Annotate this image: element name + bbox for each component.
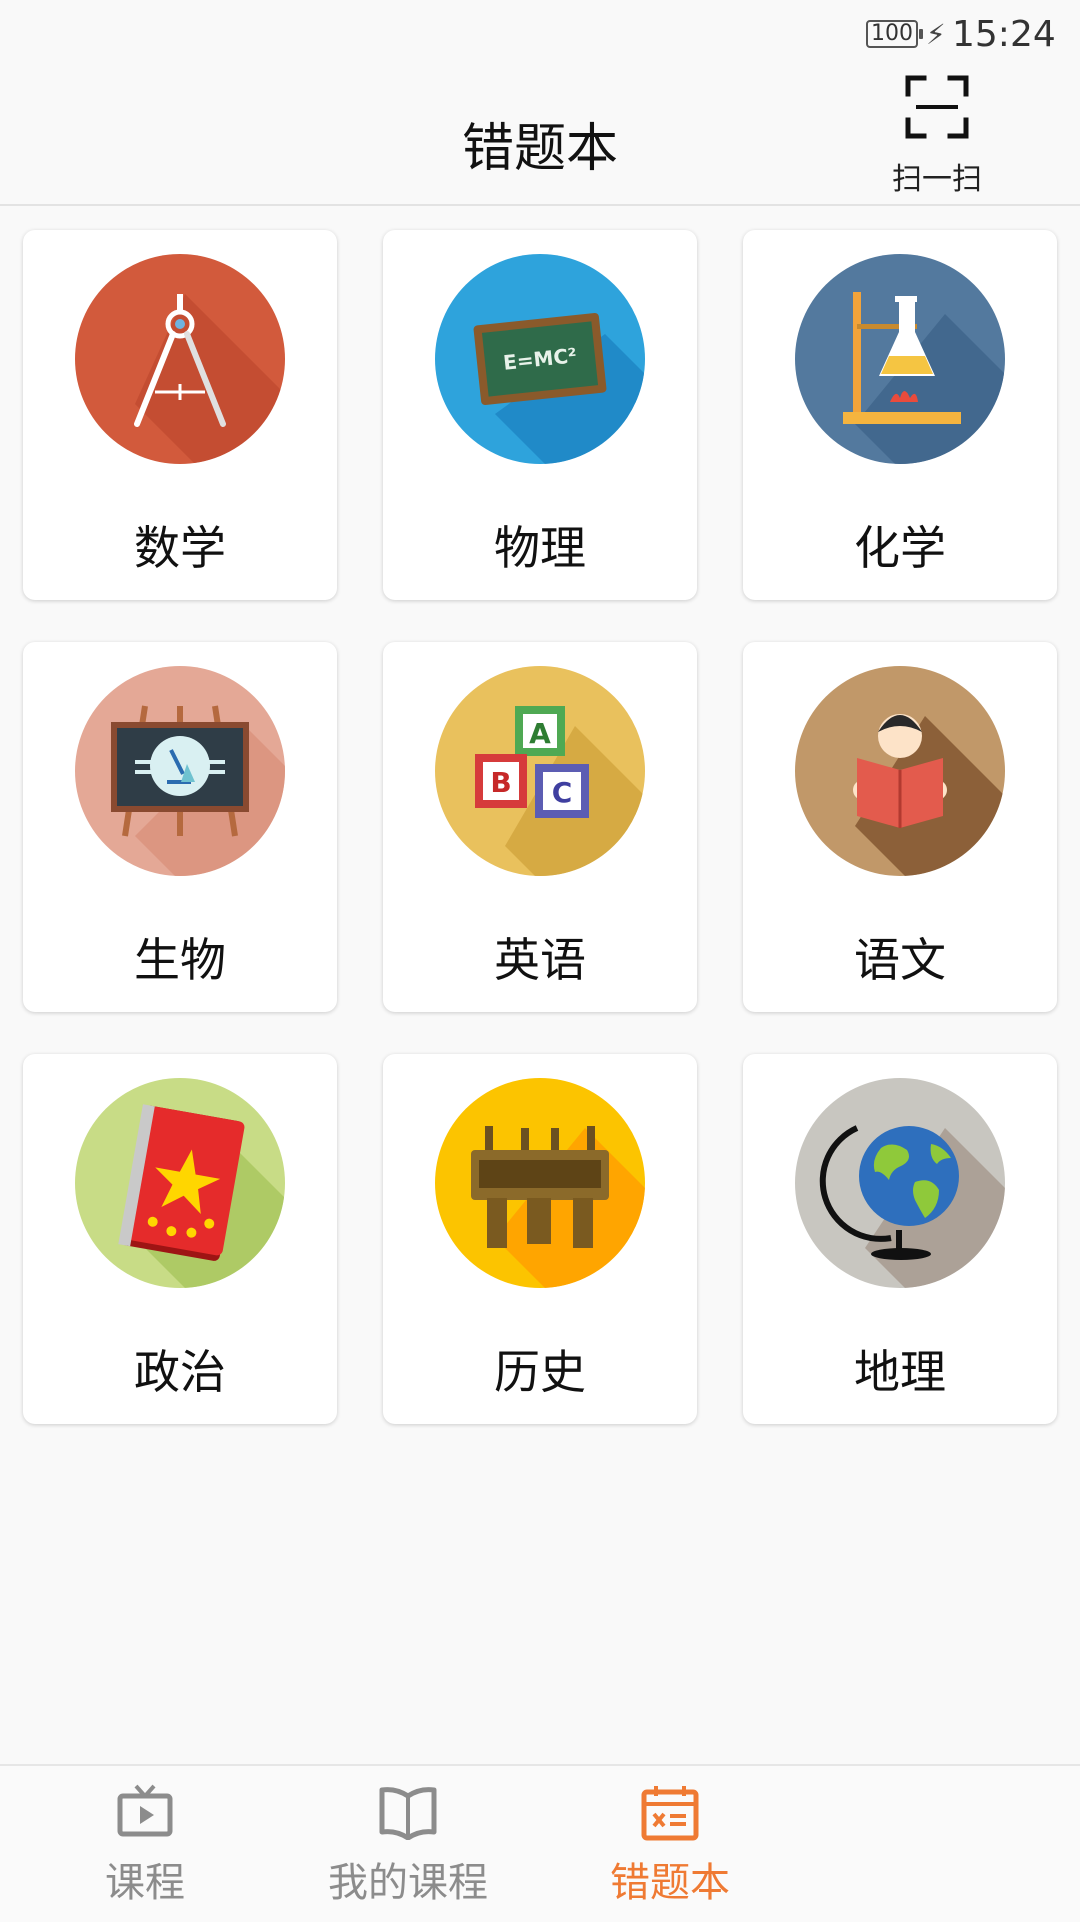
svg-text:B: B	[490, 766, 511, 799]
subject-card-chemistry[interactable]: 化学	[743, 230, 1057, 600]
calendar-x-icon	[641, 1786, 699, 1841]
scan-button[interactable]: 扫一扫	[880, 72, 994, 202]
compass-icon	[75, 254, 285, 464]
bottom-tab-bar: 课程 我的课程 错题本	[0, 1764, 1080, 1922]
tab-label: 课程	[105, 1860, 185, 1906]
subject-label: 数学	[134, 521, 226, 575]
flask-burner-icon	[795, 254, 1005, 464]
scan-label: 扫一扫	[892, 162, 982, 197]
subject-card-history[interactable]: 历史	[383, 1054, 697, 1424]
chalkboard-emc2-icon: E=MC²	[435, 254, 645, 464]
subject-card-physics[interactable]: E=MC² 物理	[383, 230, 697, 600]
subject-card-biology[interactable]: 生物	[23, 642, 337, 1012]
charging-icon: ⚡	[926, 18, 946, 51]
subject-card-math[interactable]: 数学	[23, 230, 337, 600]
battery-icon: 100	[866, 20, 923, 48]
microscope-easel-icon	[75, 666, 285, 876]
subject-label: 政治	[134, 1345, 226, 1399]
globe-icon	[795, 1078, 1005, 1288]
subject-label: 化学	[854, 521, 946, 575]
subject-card-geography[interactable]: 地理	[743, 1054, 1057, 1424]
subject-label: 历史	[494, 1345, 586, 1399]
red-star-book-icon	[75, 1078, 285, 1288]
subject-label: 语文	[854, 933, 946, 987]
tab-courses[interactable]: 课程	[70, 1766, 220, 1922]
subject-label: 物理	[494, 521, 586, 575]
subject-label: 地理	[854, 1345, 946, 1399]
open-book-icon	[379, 1787, 437, 1840]
tab-label: 我的课程	[328, 1860, 488, 1906]
subject-label: 生物	[134, 933, 226, 987]
subject-label: 英语	[494, 933, 586, 987]
scan-icon	[905, 75, 969, 139]
subject-card-english[interactable]: A B C 英语	[383, 642, 697, 1012]
reading-person-icon	[795, 666, 1005, 876]
subject-card-chinese[interactable]: 语文	[743, 642, 1057, 1012]
tv-play-icon	[117, 1784, 173, 1837]
status-bar: 100 ⚡ 15:24	[0, 0, 1080, 72]
bronze-ding-icon	[435, 1078, 645, 1288]
subject-card-politics[interactable]: 政治	[23, 1054, 337, 1424]
tab-mistake-book[interactable]: 错题本	[590, 1766, 750, 1922]
abc-blocks-icon: A B C	[435, 666, 645, 876]
tab-label: 错题本	[610, 1860, 730, 1906]
tab-my-courses[interactable]: 我的课程	[318, 1766, 498, 1922]
status-time: 15:24	[952, 14, 1056, 55]
svg-text:C: C	[552, 776, 573, 809]
app-header: 错题本 扫一扫	[0, 72, 1080, 206]
svg-text:A: A	[529, 717, 551, 750]
